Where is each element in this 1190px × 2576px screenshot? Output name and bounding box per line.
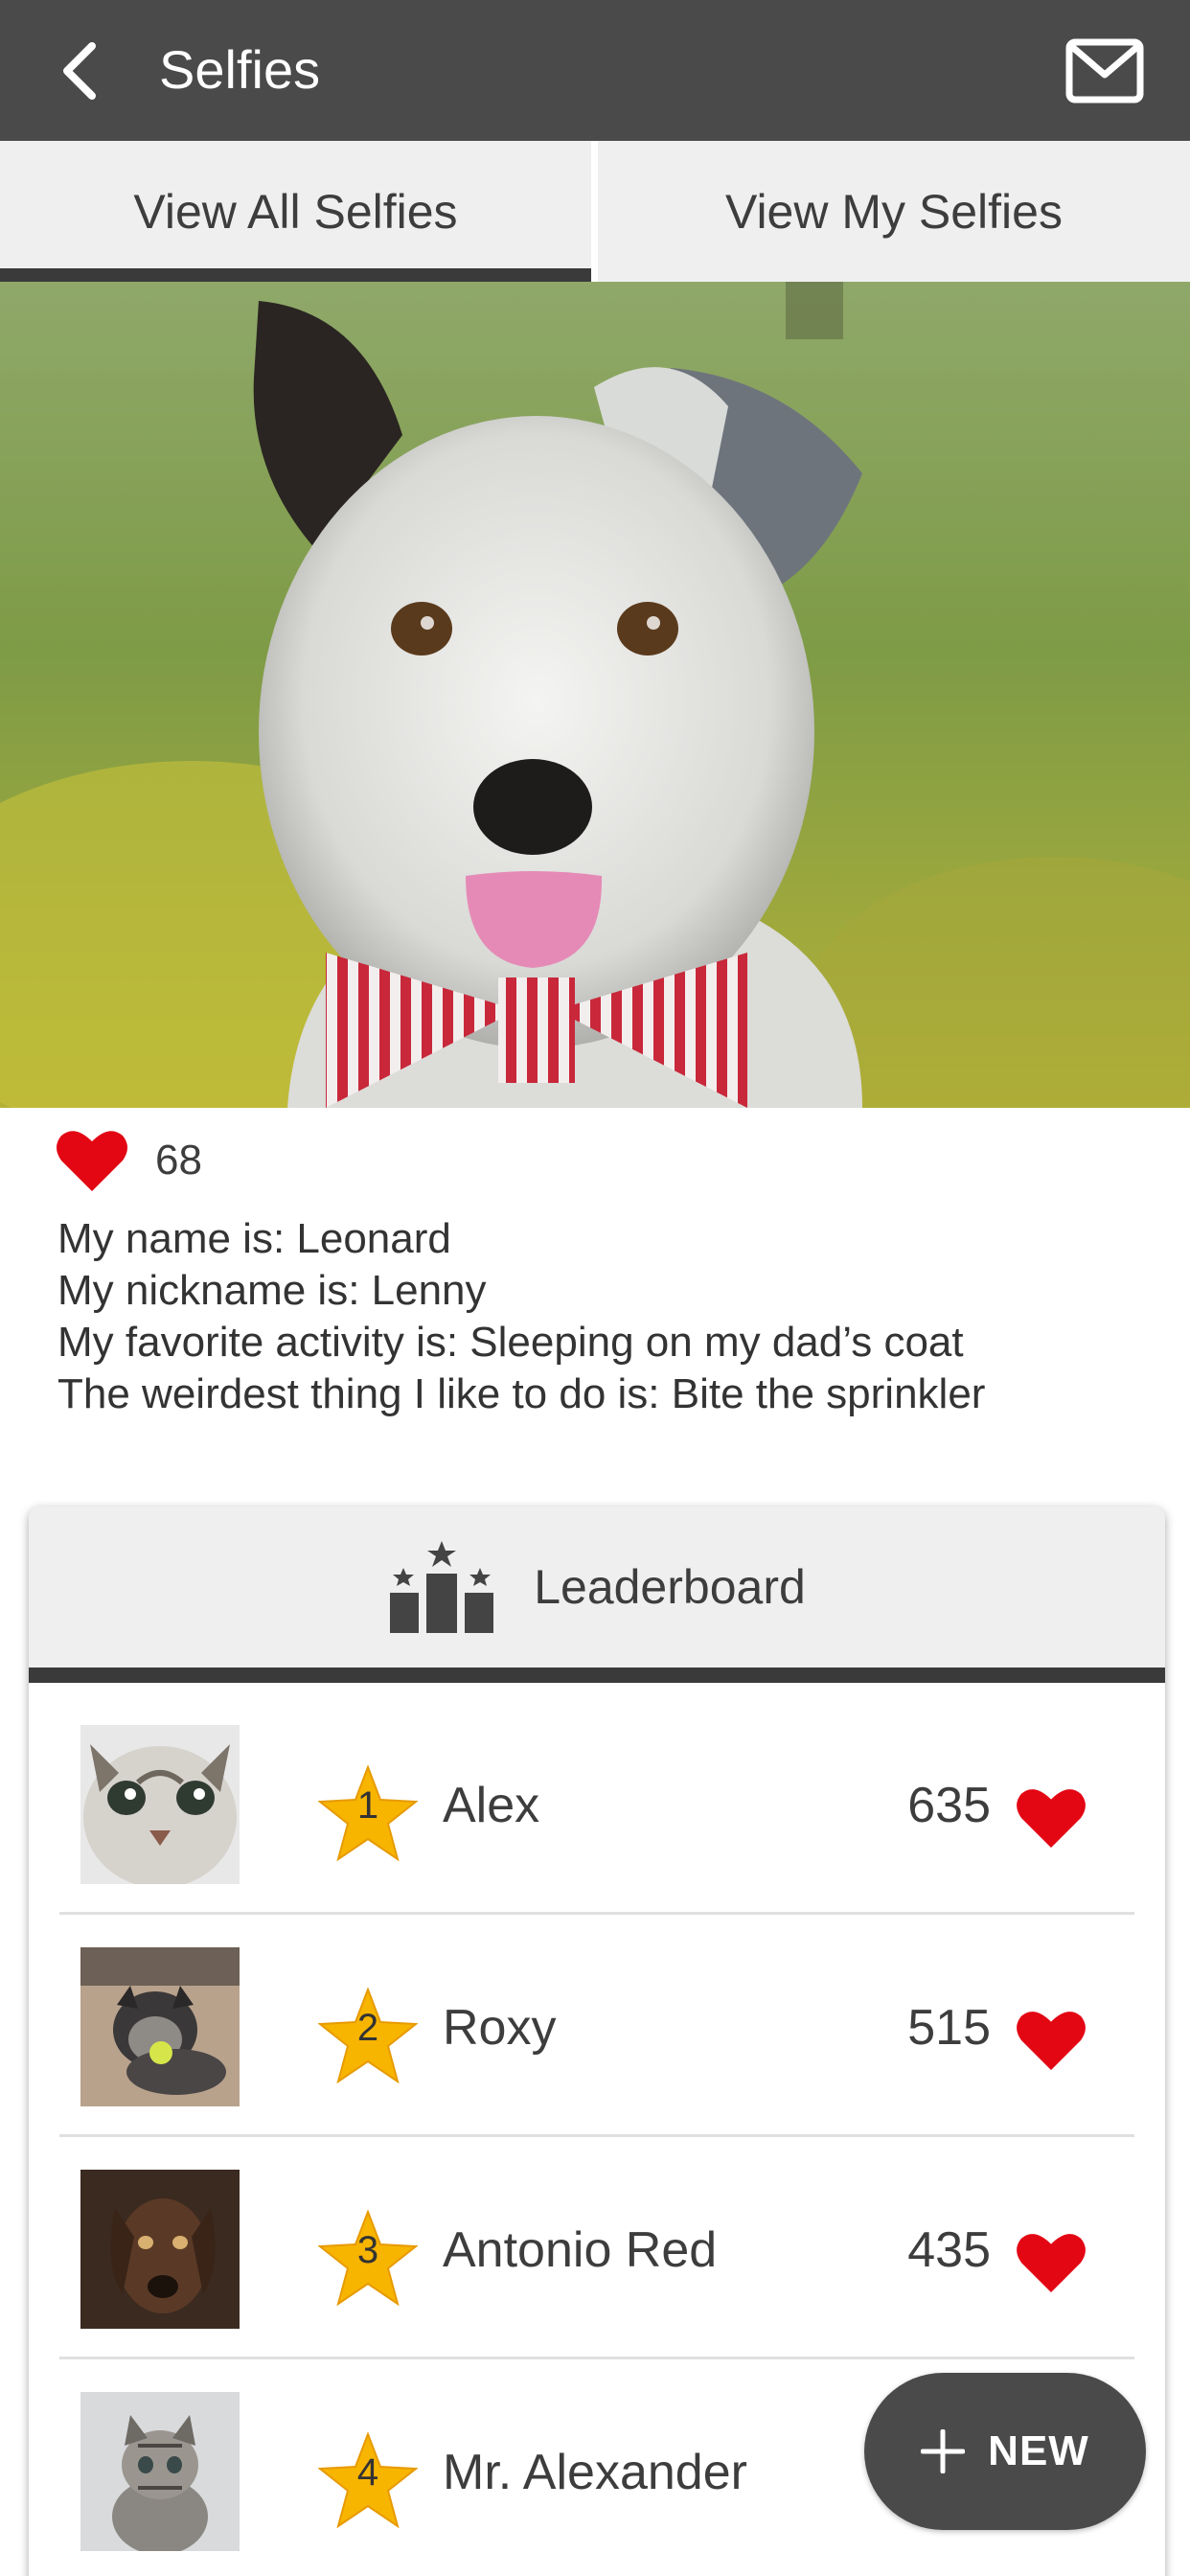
active-tab-indicator [0,268,591,282]
new-button-label: NEW [988,2427,1089,2474]
tab-label: View My Selfies [725,184,1063,239]
rank-badge: 1 [317,1764,419,1862]
plus-icon [921,2429,966,2473]
entry-avatar [80,2392,240,2551]
chevron-left-icon [63,42,96,100]
entry-name: Antonio Red [443,2222,718,2278]
detail-name: My name is: Leonard [57,1215,451,1262]
rank-badge: 3 [317,2209,419,2307]
leaderboard-header-bar [29,1668,1165,1683]
back-button[interactable] [50,38,107,104]
tab-view-my-selfies[interactable]: View My Selfies [598,141,1190,282]
selfie-details: My name is: Leonard My nickname is: Lenn… [57,1213,985,1420]
entry-score: 635 [907,1778,991,1833]
selfie-likes[interactable]: 68 [56,1127,202,1194]
entry-name: Mr. Alexander [443,2445,747,2500]
rank-badge: 2 [317,1987,419,2084]
row-divider [59,2357,1134,2359]
likes-count: 68 [155,1137,202,1184]
leaderboard-row[interactable]: 2 Roxy 515 [59,1917,1134,2137]
heart-icon [1017,2012,1086,2071]
heart-icon [57,1131,127,1191]
leaderboard-title: Leaderboard [534,1560,806,1614]
detail-weirdest-thing: The weirdest thing I like to do is: Bite… [57,1370,986,1417]
rank-number: 1 [356,1784,379,1827]
detail-nickname: My nickname is: Lenny [57,1267,487,1314]
heart-icon [1017,2234,1086,2293]
tab-view-all-selfies[interactable]: View All Selfies [0,141,591,282]
leaderboard-row[interactable]: 1 Alex 635 [59,1694,1134,1915]
row-divider [59,2134,1134,2137]
entry-name: Alex [443,1778,540,1833]
heart-icon [1017,1789,1086,1849]
app-bar: Selfies [0,0,1190,141]
detail-favorite-activity: My favorite activity is: Sleeping on my … [57,1319,964,1366]
dog-photo [0,282,1190,1108]
row-divider [59,1912,1134,1915]
entry-avatar [80,2170,240,2329]
rank-number: 4 [356,2451,379,2494]
leaderboard-header[interactable]: Leaderboard [29,1506,1165,1668]
tab-label: View All Selfies [133,184,458,239]
rank-number: 2 [356,2007,379,2049]
new-selfie-button[interactable]: NEW [864,2373,1146,2530]
entry-avatar [80,1947,240,2106]
entry-score: 515 [907,2000,991,2056]
podium-icon [390,1541,494,1633]
entry-name: Roxy [443,2000,557,2056]
tab-bar: View All Selfies View My Selfies [0,141,1190,282]
mail-icon [1065,38,1144,104]
page-title: Selfies [159,39,321,100]
leaderboard-row[interactable]: 3 Antonio Red 435 [59,2139,1134,2359]
entry-avatar [80,1725,240,1884]
rank-number: 3 [356,2229,379,2271]
entry-score: 435 [907,2222,991,2278]
selfie-photo[interactable] [0,282,1190,1108]
rank-badge: 4 [317,2431,419,2529]
messages-button[interactable] [1065,38,1144,104]
